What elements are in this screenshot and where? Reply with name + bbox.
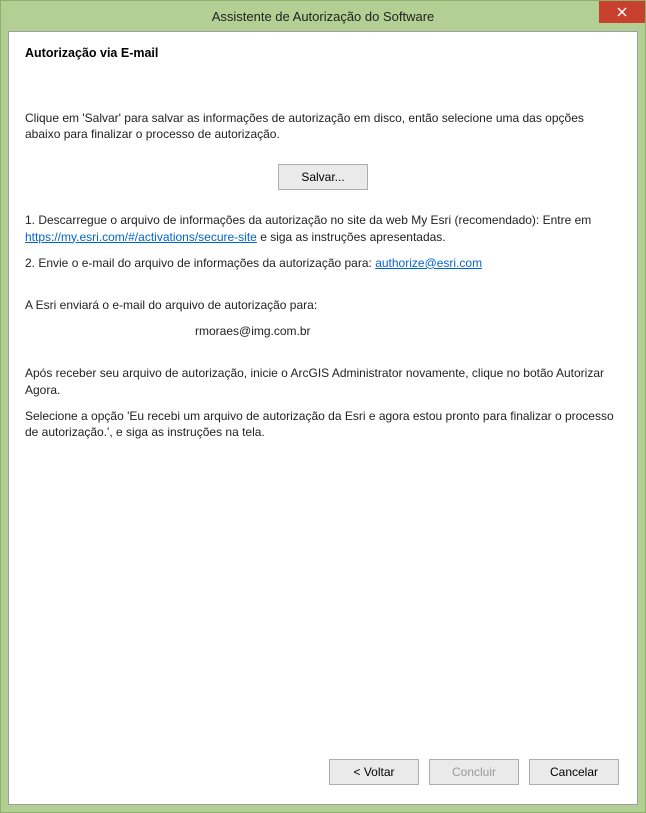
window-title: Assistente de Autorização do Software <box>1 9 645 24</box>
authorize-email-link[interactable]: authorize@esri.com <box>375 256 482 270</box>
save-row: Salvar... <box>25 164 621 190</box>
wizard-window: Assistente de Autorização do Software Au… <box>0 0 646 813</box>
wizard-header: Autorização via E-mail <box>9 32 637 90</box>
my-esri-link[interactable]: https://my.esri.com/#/activations/secure… <box>25 230 257 244</box>
save-button[interactable]: Salvar... <box>278 164 367 190</box>
close-button[interactable] <box>599 1 645 23</box>
back-button[interactable]: < Voltar <box>329 759 419 785</box>
finish-button: Concluir <box>429 759 519 785</box>
wizard-content: Clique em 'Salvar' para salvar as inform… <box>9 90 637 750</box>
step-1-prefix: 1. Descarregue o arquivo de informações … <box>25 213 591 227</box>
after-receive-text-2: Selecione a opção 'Eu recebi um arquivo … <box>25 408 621 440</box>
after-receive-text-1: Após receber seu arquivo de autorização,… <box>25 365 621 397</box>
close-icon <box>617 7 627 17</box>
titlebar: Assistente de Autorização do Software <box>1 1 645 31</box>
wizard-footer: < Voltar Concluir Cancelar <box>9 750 637 804</box>
step-1-suffix: e siga as instruções apresentadas. <box>257 230 446 244</box>
intro-text: Clique em 'Salvar' para salvar as inform… <box>25 110 621 142</box>
page-heading: Autorização via E-mail <box>25 46 621 60</box>
step-2-prefix: 2. Envie o e-mail do arquivo de informaç… <box>25 256 375 270</box>
target-email: rmoraes@img.com.br <box>195 323 621 339</box>
step-1: 1. Descarregue o arquivo de informações … <box>25 212 621 244</box>
send-notice: A Esri enviará o e-mail do arquivo de au… <box>25 297 621 313</box>
step-2: 2. Envie o e-mail do arquivo de informaç… <box>25 255 621 271</box>
cancel-button[interactable]: Cancelar <box>529 759 619 785</box>
wizard-client-area: Autorização via E-mail Clique em 'Salvar… <box>8 31 638 805</box>
